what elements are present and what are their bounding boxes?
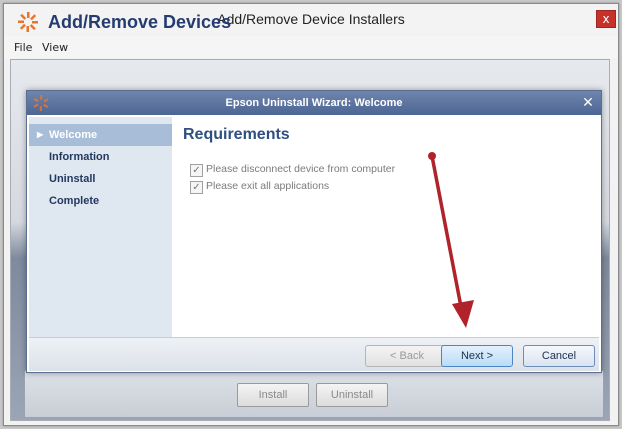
next-button[interactable]: Next > xyxy=(441,345,513,367)
install-button[interactable]: Install xyxy=(237,383,309,407)
requirements-heading: Requirements xyxy=(183,126,290,143)
outer-close-button[interactable]: x xyxy=(596,10,616,28)
epson-spark-icon xyxy=(18,12,38,32)
step-welcome: ▶ Welcome xyxy=(29,124,172,146)
uninstall-button[interactable]: Uninstall xyxy=(316,383,388,407)
wizard-steps-sidebar: ▶ Welcome Information Uninstall Complete xyxy=(29,117,172,337)
wizard-title: Epson Uninstall Wizard: Welcome xyxy=(27,91,601,115)
wizard-close-button[interactable]: ✕ xyxy=(579,94,597,112)
step-label: Information xyxy=(49,151,110,163)
step-label: Complete xyxy=(49,195,100,207)
menu-bar: File View xyxy=(4,36,618,58)
checked-checkbox-icon: ✓ xyxy=(190,164,203,177)
menu-file[interactable]: File xyxy=(14,41,32,54)
current-step-arrow-icon: ▶ xyxy=(37,130,44,139)
checked-checkbox-icon: ✓ xyxy=(190,181,203,194)
check-label: Please exit all applications xyxy=(206,180,330,192)
uninstall-wizard-dialog: Epson Uninstall Wizard: Welcome ✕ ▶ Welc… xyxy=(26,90,602,373)
wizard-content: Requirements ✓ Please disconnect device … xyxy=(174,117,599,337)
wizard-spark-icon xyxy=(33,95,49,111)
installer-button-bar: Install Uninstall xyxy=(24,370,604,418)
cancel-button[interactable]: Cancel xyxy=(523,345,595,367)
app-title: Add/Remove Devices xyxy=(48,12,232,32)
step-uninstall: Uninstall xyxy=(29,168,172,190)
step-information: Information xyxy=(29,146,172,168)
check-label: Please disconnect device from computer xyxy=(206,163,396,175)
back-button[interactable]: < Back xyxy=(365,345,449,367)
step-label: Welcome xyxy=(49,129,98,141)
step-label: Uninstall xyxy=(49,173,96,185)
outer-window: Add/Remove Device Installers x File View… xyxy=(3,3,619,426)
wizard-footer: < Back Next > Cancel xyxy=(29,337,599,371)
step-complete: Complete xyxy=(29,190,172,212)
menu-view[interactable]: View xyxy=(42,41,68,54)
